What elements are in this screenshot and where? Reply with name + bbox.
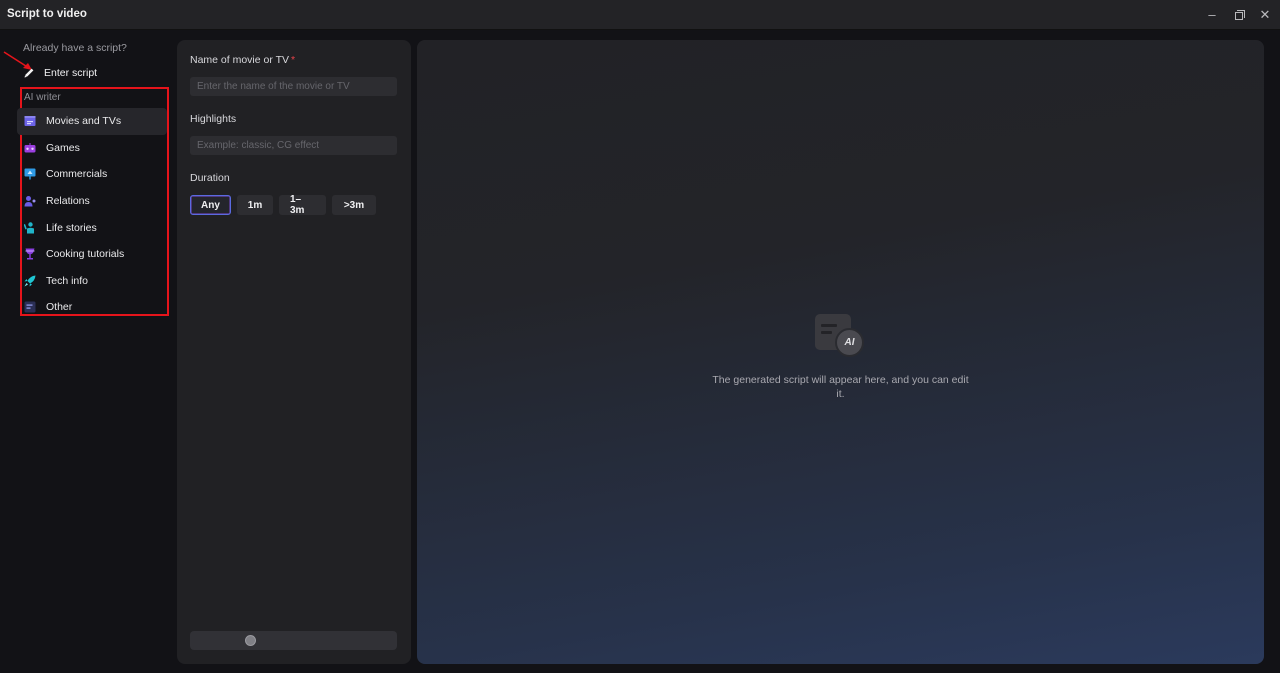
duration-any-button[interactable]: Any <box>190 195 231 215</box>
script-form-panel: Name of movie or TV* Highlights Duration… <box>177 40 411 664</box>
category-label: Commercials <box>46 168 108 181</box>
window-title: Script to video <box>7 8 87 20</box>
person-waving-icon <box>24 221 34 234</box>
name-label-text: Name of movie or TV <box>190 54 290 66</box>
rocket-icon <box>24 275 36 287</box>
category-label: Games <box>46 141 80 154</box>
ai-writer-heading: AI writer <box>24 92 61 103</box>
duration-1-3m-button[interactable]: 1–3m <box>279 194 326 216</box>
movie-name-input[interactable] <box>190 77 397 96</box>
people-icon <box>24 196 36 207</box>
category-label: Movies and TVs <box>46 115 122 128</box>
category-tech-info[interactable]: Tech info <box>17 268 167 295</box>
category-label: Relations <box>46 195 90 208</box>
ai-badge: AI <box>835 328 864 357</box>
category-relations[interactable]: Relations <box>17 188 167 215</box>
category-label: Other <box>46 301 73 314</box>
minimize-icon: – <box>1208 7 1216 22</box>
duration-1m-button[interactable]: 1m <box>237 195 273 215</box>
title-bar: Script to video – ✕ <box>0 0 1280 30</box>
clapperboard-icon <box>24 116 36 127</box>
document-edit-icon <box>24 301 36 313</box>
empty-state-message: The generated script will appear here, a… <box>712 374 969 400</box>
category-life-stories[interactable]: Life stories <box>17 214 167 241</box>
duration-over-3m-button[interactable]: >3m <box>332 195 376 215</box>
sidebar: Already have a script? Enter script AI w… <box>0 30 172 673</box>
category-list: Movies and TVs Games Commercials Relatio… <box>17 108 167 321</box>
gamepad-icon <box>24 142 36 153</box>
close-icon: ✕ <box>1259 7 1271 22</box>
enter-script-label: Enter script <box>44 67 98 79</box>
ai-script-icon: AI <box>815 314 867 358</box>
required-mark: * <box>291 54 296 66</box>
highlights-label: Highlights <box>190 113 237 125</box>
category-movies-and-tvs[interactable]: Movies and TVs <box>17 108 167 135</box>
generate-button[interactable] <box>190 631 397 650</box>
enter-script-button[interactable]: Enter script <box>23 63 97 83</box>
loading-spinner-icon <box>245 635 256 646</box>
goblet-icon <box>25 248 35 260</box>
already-have-script-label: Already have a script? <box>23 42 127 54</box>
category-label: Tech info <box>46 274 89 287</box>
script-preview-panel: AI The generated script will appear here… <box>417 40 1264 664</box>
category-other[interactable]: Other <box>17 294 167 321</box>
category-label: Life stories <box>46 221 97 234</box>
billboard-icon <box>24 168 36 180</box>
window-body: Already have a script? Enter script AI w… <box>0 30 1280 673</box>
category-games[interactable]: Games <box>17 135 167 162</box>
category-label: Cooking tutorials <box>46 248 125 261</box>
name-field-label: Name of movie or TV * <box>190 54 295 66</box>
category-cooking-tutorials[interactable]: Cooking tutorials <box>17 241 167 268</box>
duration-label: Duration <box>190 172 230 184</box>
minimize-button[interactable]: – <box>1203 6 1221 24</box>
close-button[interactable]: ✕ <box>1256 6 1274 24</box>
highlights-input[interactable] <box>190 136 397 155</box>
duration-options: Any 1m 1–3m >3m <box>190 194 376 216</box>
pencil-icon <box>24 68 34 78</box>
restore-button[interactable] <box>1230 6 1248 24</box>
category-commercials[interactable]: Commercials <box>17 161 167 188</box>
